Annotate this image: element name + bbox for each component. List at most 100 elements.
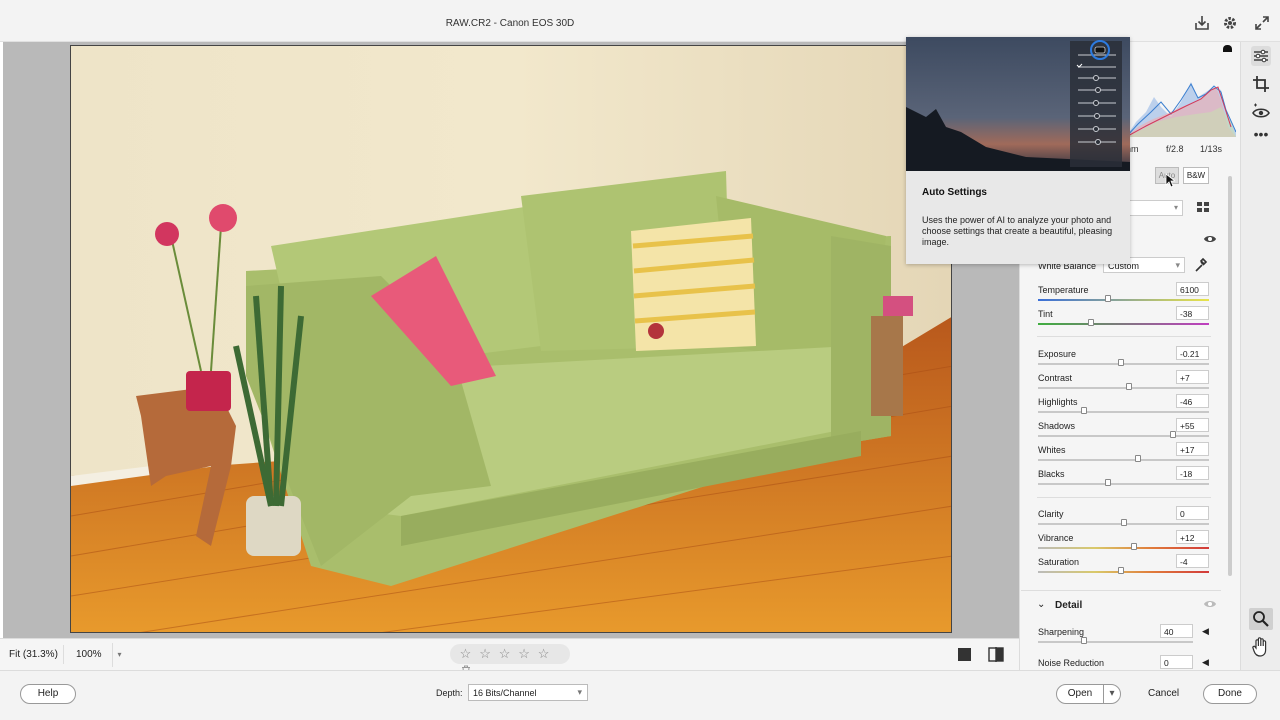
slider-label: Temperature <box>1038 285 1089 295</box>
star-icon[interactable]: ☆ <box>535 644 552 664</box>
hand-tool-icon[interactable] <box>1251 636 1271 657</box>
slider-sharpening[interactable]: Sharpening 40 <box>1037 624 1195 651</box>
more-options-icon[interactable]: ••• <box>1251 126 1271 146</box>
tooltip-text: Uses the power of AI to analyze your pho… <box>922 215 1113 247</box>
profile-browser-icon[interactable] <box>1196 200 1210 216</box>
slider-track[interactable] <box>1038 435 1209 437</box>
chevron-down-icon: ▾ <box>577 687 582 697</box>
panel-scrollbar[interactable] <box>1225 164 1235 670</box>
slider-thumb[interactable] <box>1134 455 1141 462</box>
slider-track[interactable] <box>1038 387 1209 389</box>
window-title: RAW.CR2 - Canon EOS 30D <box>445 18 575 29</box>
slider-value-input[interactable]: +7 <box>1176 370 1209 384</box>
slider-blacks[interactable]: Blacks -18 <box>1037 466 1211 493</box>
slider-value-input[interactable]: 0 <box>1160 655 1193 669</box>
slider-value-input[interactable]: +55 <box>1176 418 1209 432</box>
star-rating[interactable]: ☆ ☆ ☆ ☆ ☆ <box>450 644 570 676</box>
slider-track[interactable] <box>1038 641 1193 643</box>
photo-preview[interactable] <box>70 45 952 633</box>
open-button[interactable]: Open <box>1056 684 1104 704</box>
slider-thumb[interactable] <box>1087 319 1094 326</box>
eye-icon[interactable] <box>1203 599 1217 611</box>
cancel-button[interactable]: Cancel <box>1148 688 1179 699</box>
slider-thumb[interactable] <box>1121 519 1127 526</box>
expand-triangle-icon[interactable]: ◀ <box>1202 626 1209 637</box>
edit-sliders-icon[interactable] <box>1251 46 1271 66</box>
slider-thumb[interactable] <box>1081 637 1088 644</box>
star-icon[interactable]: ☆ <box>496 644 513 664</box>
slider-value-input[interactable]: +17 <box>1176 442 1209 456</box>
slider-noise-reduction[interactable]: Noise Reduction 0 <box>1037 655 1195 682</box>
slider-thumb[interactable] <box>1105 295 1112 302</box>
fullscreen-icon[interactable] <box>1253 14 1271 32</box>
zoom-tool-icon[interactable] <box>1249 608 1273 630</box>
mouse-cursor-icon <box>1165 173 1177 190</box>
slider-value-input[interactable]: -46 <box>1176 394 1209 408</box>
divider <box>1037 336 1211 337</box>
title-bar: RAW.CR2 - Canon EOS 30D <box>0 0 1280 42</box>
zoom-dropdown-icon[interactable]: ▾ <box>112 643 126 667</box>
zoom-fit-button[interactable]: Fit (31.3%) <box>4 645 64 664</box>
slider-thumb[interactable] <box>1126 383 1133 390</box>
expand-triangle-icon[interactable]: ◀ <box>1202 657 1209 668</box>
open-options-icon[interactable]: ▾ <box>1103 684 1121 704</box>
slider-thumb[interactable] <box>1169 431 1176 438</box>
slider-track[interactable] <box>1038 483 1209 485</box>
single-view-icon[interactable] <box>958 648 971 661</box>
slider-label: Sharpening <box>1038 627 1085 637</box>
slider-tint[interactable]: Tint -38 <box>1037 306 1211 333</box>
slider-value-input[interactable]: -0.21 <box>1176 346 1209 360</box>
slider-label: Shadows <box>1038 421 1076 431</box>
divider <box>1037 497 1211 498</box>
clipping-warning-icon[interactable] <box>1223 45 1232 52</box>
slider-saturation[interactable]: Saturation -4 <box>1037 554 1211 581</box>
slider-label: Tint <box>1038 309 1053 319</box>
status-bar: Fit (31.3%) 100% ▾ ☆ ☆ ☆ ☆ ☆ <box>0 638 1019 676</box>
settings-gear-icon[interactable] <box>1221 14 1239 32</box>
image-canvas[interactable] <box>3 42 1019 638</box>
star-icon[interactable]: ☆ <box>477 644 494 664</box>
star-icon[interactable]: ☆ <box>457 644 474 664</box>
slider-track[interactable] <box>1038 299 1209 301</box>
slider-value-input[interactable]: -38 <box>1176 306 1209 320</box>
slider-thumb[interactable] <box>1117 567 1124 574</box>
zoom-100-button[interactable]: 100% <box>76 649 102 660</box>
slider-track[interactable] <box>1038 547 1209 549</box>
slider-thumb[interactable] <box>1117 359 1124 366</box>
chevron-down-icon: ▾ <box>1173 203 1178 212</box>
slider-thumb[interactable] <box>1105 479 1112 486</box>
redeye-icon[interactable] <box>1251 102 1271 122</box>
eye-icon[interactable] <box>1203 234 1217 246</box>
slider-value-input[interactable]: 40 <box>1160 624 1193 638</box>
slider-value-input[interactable]: -18 <box>1176 466 1209 480</box>
slider-track[interactable] <box>1038 323 1209 325</box>
done-button[interactable]: Done <box>1203 684 1257 704</box>
slider-thumb[interactable] <box>1080 407 1087 414</box>
chevron-down-icon: ⌄ <box>1037 599 1046 610</box>
star-icon[interactable]: ☆ <box>516 644 533 664</box>
slider-track[interactable] <box>1038 459 1209 461</box>
crop-icon[interactable] <box>1251 74 1271 94</box>
slider-value-input[interactable]: +12 <box>1176 530 1209 544</box>
bw-button[interactable]: B&W <box>1183 167 1209 184</box>
profile-select[interactable]: ▾ <box>1127 200 1183 216</box>
tool-strip: ••• <box>1240 42 1280 670</box>
eyedropper-icon[interactable] <box>1194 257 1208 275</box>
depth-select[interactable]: 16 Bits/Channel ▾ <box>468 684 588 701</box>
help-button[interactable]: Help <box>20 684 76 704</box>
slider-label: Blacks <box>1038 469 1065 479</box>
slider-value-input[interactable]: 6100 <box>1176 282 1209 296</box>
tooltip-title: Auto Settings <box>922 187 987 198</box>
detail-section-header[interactable]: ⌄ Detail <box>1021 590 1221 618</box>
slider-label: Clarity <box>1038 509 1064 519</box>
slider-track[interactable] <box>1038 411 1209 413</box>
before-after-icon[interactable] <box>988 647 1004 664</box>
slider-value-input[interactable]: 0 <box>1176 506 1209 520</box>
slider-label: Whites <box>1038 445 1066 455</box>
detail-title: Detail <box>1055 600 1083 611</box>
slider-thumb[interactable] <box>1131 543 1138 550</box>
slider-label: Highlights <box>1038 397 1078 407</box>
slider-value-input[interactable]: -4 <box>1176 554 1209 568</box>
scrollbar-thumb[interactable] <box>1228 176 1232 576</box>
save-icon[interactable] <box>1193 14 1211 32</box>
